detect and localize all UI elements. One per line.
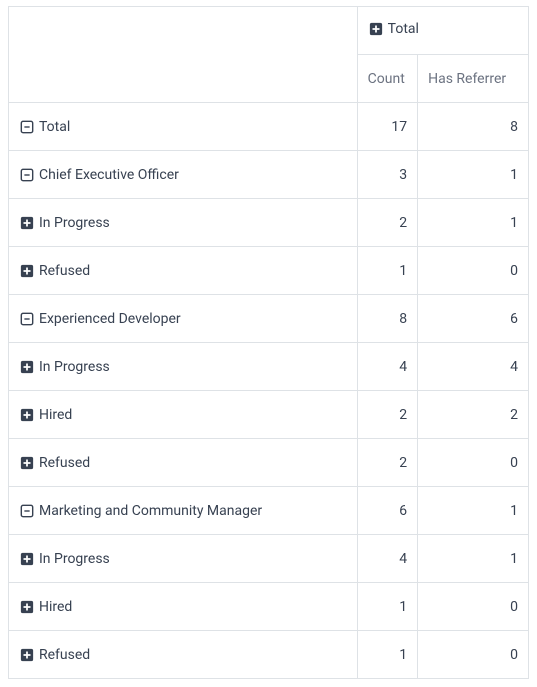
minus-square-icon[interactable]	[19, 167, 35, 183]
row-label-text: In Progress	[39, 359, 110, 375]
cell-has-referrer: 0	[418, 247, 529, 295]
row-label-text: Total	[39, 119, 70, 135]
plus-square-icon[interactable]	[19, 647, 35, 663]
column-header-count[interactable]: Count	[357, 55, 417, 103]
row-label-text: In Progress	[39, 551, 110, 567]
cell-count: 2	[357, 439, 417, 487]
cell-count: 1	[357, 247, 417, 295]
column-group-header[interactable]: Total	[357, 7, 528, 55]
plus-square-icon[interactable]	[19, 263, 35, 279]
row-label-text: Hired	[39, 407, 72, 423]
table-row: In Progress 21	[9, 199, 529, 247]
row-label-cell[interactable]: Hired	[9, 583, 358, 631]
row-label-cell[interactable]: Chief Executive Officer	[9, 151, 358, 199]
cell-count: 2	[357, 391, 417, 439]
plus-square-icon[interactable]	[19, 359, 35, 375]
cell-has-referrer: 6	[418, 295, 529, 343]
table-row: Total 178	[9, 103, 529, 151]
cell-count: 1	[357, 631, 417, 679]
cell-has-referrer: 0	[418, 583, 529, 631]
row-label-cell[interactable]: Total	[9, 103, 358, 151]
row-label-cell[interactable]: Refused	[9, 439, 358, 487]
row-label-cell[interactable]: Refused	[9, 631, 358, 679]
table-row: Refused 20	[9, 439, 529, 487]
table-row: In Progress 44	[9, 343, 529, 391]
plus-square-icon[interactable]	[19, 407, 35, 423]
row-label-text: Chief Executive Officer	[39, 167, 179, 183]
table-row: Chief Executive Officer 31	[9, 151, 529, 199]
cell-has-referrer: 2	[418, 391, 529, 439]
cell-has-referrer: 0	[418, 631, 529, 679]
table-row: Experienced Developer 86	[9, 295, 529, 343]
cell-has-referrer: 1	[418, 487, 529, 535]
row-label-cell[interactable]: Refused	[9, 247, 358, 295]
plus-square-icon[interactable]	[19, 599, 35, 615]
cell-count: 1	[357, 583, 417, 631]
minus-square-icon[interactable]	[19, 503, 35, 519]
table-row: Hired 10	[9, 583, 529, 631]
plus-square-icon[interactable]	[19, 215, 35, 231]
cell-count: 4	[357, 535, 417, 583]
row-label-cell[interactable]: In Progress	[9, 535, 358, 583]
cell-has-referrer: 1	[418, 199, 529, 247]
table-row: Marketing and Community Manager 61	[9, 487, 529, 535]
row-label-text: Refused	[39, 455, 90, 471]
table-row: Refused 10	[9, 631, 529, 679]
row-label-cell[interactable]: Marketing and Community Manager	[9, 487, 358, 535]
pivot-table: Total Count Has Referrer Total178Chief E…	[8, 6, 529, 679]
plus-square-icon[interactable]	[368, 21, 384, 37]
cell-count: 3	[357, 151, 417, 199]
cell-count: 8	[357, 295, 417, 343]
row-label-text: In Progress	[39, 215, 110, 231]
cell-count: 17	[357, 103, 417, 151]
plus-square-icon[interactable]	[19, 455, 35, 471]
plus-square-icon[interactable]	[19, 551, 35, 567]
cell-has-referrer: 0	[418, 439, 529, 487]
column-group-label: Total	[388, 21, 419, 37]
cell-has-referrer: 4	[418, 343, 529, 391]
cell-has-referrer: 1	[418, 151, 529, 199]
row-label-text: Marketing and Community Manager	[39, 503, 262, 519]
column-header-has-referrer[interactable]: Has Referrer	[418, 55, 529, 103]
cell-count: 4	[357, 343, 417, 391]
cell-has-referrer: 8	[418, 103, 529, 151]
row-header-blank	[9, 7, 358, 103]
table-row: Hired 22	[9, 391, 529, 439]
row-label-text: Hired	[39, 599, 72, 615]
cell-count: 2	[357, 199, 417, 247]
table-row: Refused 10	[9, 247, 529, 295]
minus-square-icon[interactable]	[19, 119, 35, 135]
row-label-text: Refused	[39, 263, 90, 279]
row-label-cell[interactable]: In Progress	[9, 343, 358, 391]
cell-has-referrer: 1	[418, 535, 529, 583]
row-label-text: Refused	[39, 647, 90, 663]
table-row: In Progress 41	[9, 535, 529, 583]
row-label-text: Experienced Developer	[39, 311, 181, 327]
cell-count: 6	[357, 487, 417, 535]
row-label-cell[interactable]: Experienced Developer	[9, 295, 358, 343]
row-label-cell[interactable]: In Progress	[9, 199, 358, 247]
minus-square-icon[interactable]	[19, 311, 35, 327]
row-label-cell[interactable]: Hired	[9, 391, 358, 439]
